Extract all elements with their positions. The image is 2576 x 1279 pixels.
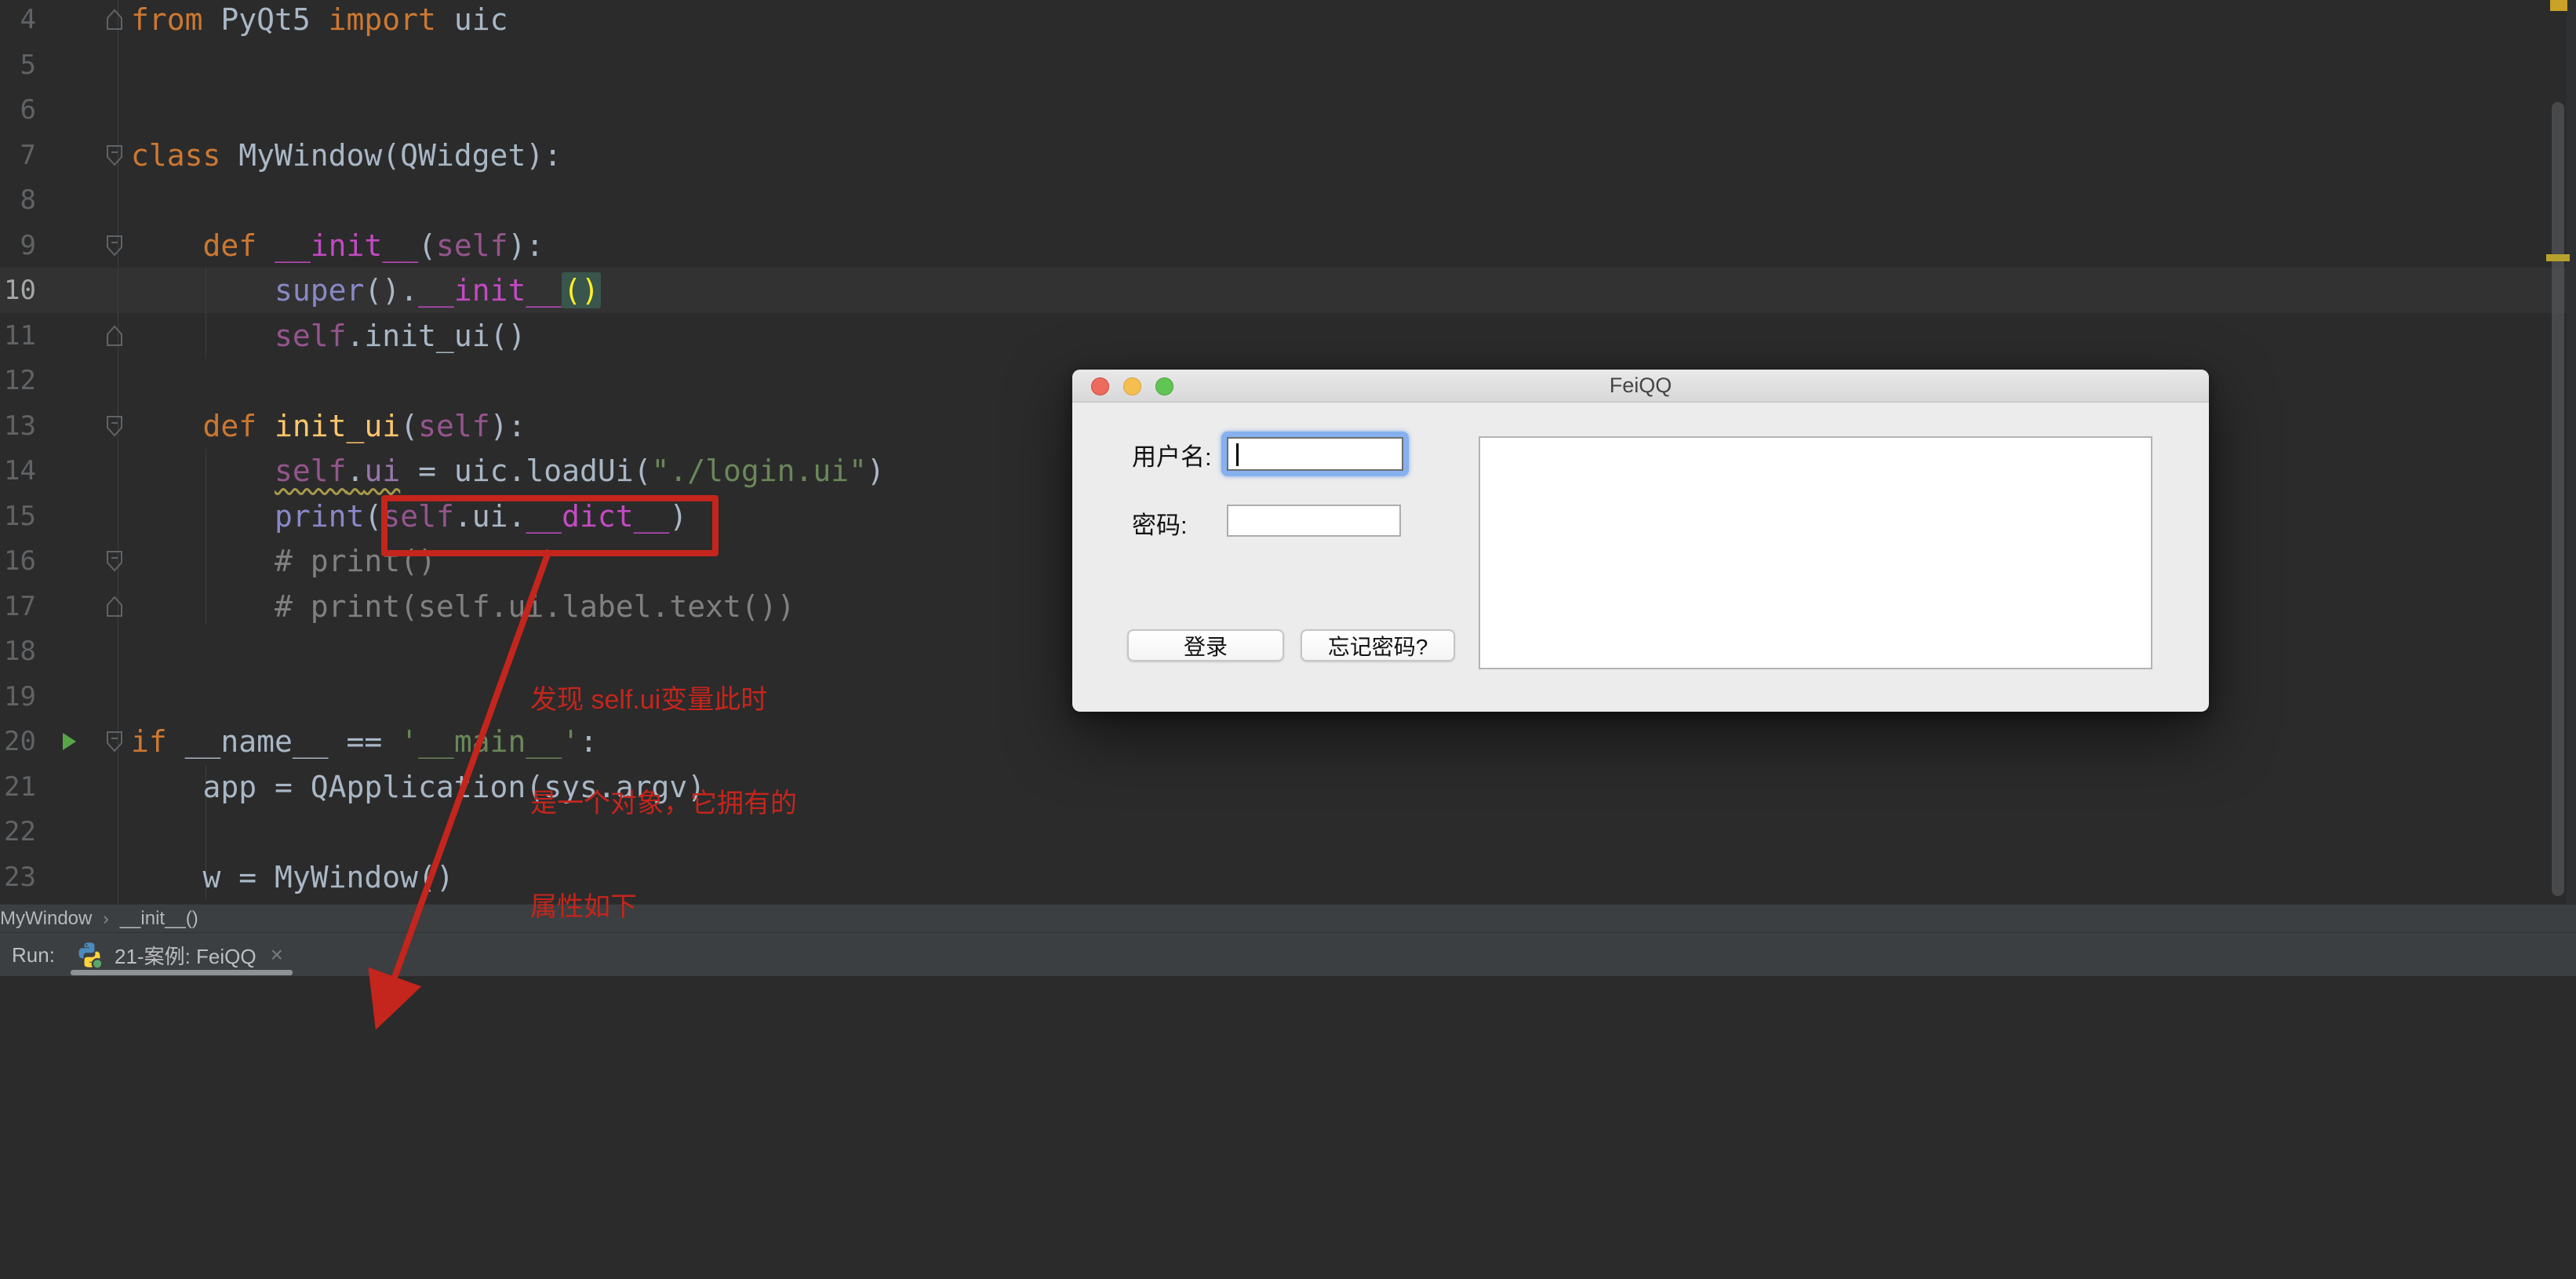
line-number: 4 bbox=[20, 4, 36, 35]
line-number: 10 bbox=[4, 275, 36, 306]
fold-marker-icon[interactable] bbox=[105, 414, 124, 438]
gutter-row: 10 bbox=[0, 268, 129, 313]
line-number: 22 bbox=[4, 816, 36, 847]
editor-vertical-scrollbar[interactable] bbox=[2552, 102, 2564, 896]
fold-marker-icon[interactable] bbox=[105, 730, 124, 753]
annotation-note-line: 属性如下 bbox=[530, 892, 637, 922]
run-console[interactable]: /Users/codetutor.top/python_virtual_env/… bbox=[0, 976, 2576, 1279]
fold-marker-icon[interactable] bbox=[105, 8, 124, 31]
run-line-icon[interactable] bbox=[60, 731, 78, 752]
fold-marker-icon[interactable] bbox=[105, 324, 124, 348]
dialog-title: FeiQQ bbox=[1609, 373, 1672, 397]
gutter-row: 19 bbox=[0, 674, 129, 720]
line-number: 21 bbox=[4, 771, 36, 803]
gutter-row: 18 bbox=[0, 629, 129, 674]
gutter-row: 7 bbox=[0, 133, 129, 178]
ide-window: 4 5 6 7 8 9 10 11 12 13 14 15 16 17 18 19 20 21 22 23 from … bbox=[0, 0, 2576, 1279]
breadcrumb: MyWindow › __init__() bbox=[0, 904, 2576, 933]
fold-marker-icon[interactable] bbox=[105, 595, 124, 618]
breadcrumb-separator-icon: › bbox=[103, 909, 109, 928]
error-stripe-column bbox=[2567, 0, 2576, 904]
run-tool-window-header: Run: 21-案例: FeiQQ × bbox=[0, 932, 2576, 978]
gutter-row: 20 bbox=[0, 719, 129, 764]
gutter-row: 13 bbox=[0, 403, 129, 449]
forgot-password-button[interactable]: 忘记密码? bbox=[1301, 629, 1455, 661]
annotation-note: 发现 self.ui变量此时 是一个对象，它拥有的 属性如下 bbox=[530, 614, 797, 993]
gutter-row: 23 bbox=[0, 854, 129, 900]
breadcrumb-class[interactable]: MyWindow bbox=[0, 908, 92, 930]
line-number: 17 bbox=[4, 590, 36, 622]
gutter-row: 21 bbox=[0, 764, 129, 810]
tab-close-icon[interactable]: × bbox=[271, 942, 283, 967]
inspection-status-square[interactable] bbox=[2550, 0, 2567, 11]
fold-marker-icon[interactable] bbox=[105, 234, 124, 257]
login-button[interactable]: 登录 bbox=[1127, 629, 1284, 661]
username-field-inner[interactable] bbox=[1227, 437, 1403, 471]
run-tab-title: 21-案例: FeiQQ bbox=[115, 944, 257, 968]
gutter-row: 9 bbox=[0, 223, 129, 268]
console-horizontal-scrollbar[interactable] bbox=[71, 970, 293, 975]
gutter-row: 4 bbox=[0, 0, 129, 42]
gutter-row: 5 bbox=[0, 42, 129, 88]
gutter-row: 17 bbox=[0, 584, 129, 629]
code-line-11: self.init_ui() bbox=[275, 318, 526, 353]
code-line-20: if __name__ == '__main__': bbox=[131, 724, 598, 759]
gutter-row: 16 bbox=[0, 538, 129, 584]
annotation-note-line: 是一个对象，它拥有的 bbox=[530, 789, 797, 818]
gutter-row: 15 bbox=[0, 494, 129, 539]
gutter-row: 11 bbox=[0, 313, 129, 359]
line-number: 16 bbox=[4, 545, 36, 577]
code-line-14: self.ui = uic.loadUi("./login.ui") bbox=[275, 454, 885, 488]
line-number: 5 bbox=[20, 49, 36, 81]
gutter-row: 8 bbox=[0, 177, 129, 223]
line-number: 14 bbox=[4, 455, 36, 486]
gutter-row: 22 bbox=[0, 809, 129, 854]
line-number: 12 bbox=[4, 365, 36, 396]
username-input[interactable] bbox=[1221, 432, 1409, 476]
gutter-row: 6 bbox=[0, 87, 129, 133]
gutter-row: 12 bbox=[0, 358, 129, 403]
code-line-7: class MyWindow(QWidget): bbox=[131, 137, 562, 173]
line-number: 19 bbox=[4, 680, 36, 712]
username-label: 用户名: bbox=[1132, 443, 1212, 471]
fold-marker-icon[interactable] bbox=[105, 549, 124, 573]
line-number: 23 bbox=[4, 861, 36, 893]
text-caret bbox=[1236, 443, 1239, 466]
code-line-9: def __init__(self): bbox=[202, 228, 544, 263]
password-label: 密码: bbox=[1132, 512, 1188, 539]
code-line-13: def init_ui(self): bbox=[202, 408, 526, 443]
annotation-note-line: 发现 self.ui变量此时 bbox=[530, 685, 768, 715]
dialog-titlebar[interactable]: FeiQQ bbox=[1072, 370, 2209, 403]
line-number: 11 bbox=[4, 319, 36, 352]
gutter-row: 14 bbox=[0, 448, 129, 494]
code-line-23: w = MyWindow() bbox=[131, 859, 454, 895]
python-icon bbox=[78, 942, 104, 969]
line-number: 18 bbox=[4, 636, 36, 667]
line-number: 7 bbox=[20, 139, 36, 171]
text-browser[interactable] bbox=[1479, 436, 2152, 669]
run-label: Run: bbox=[12, 943, 55, 967]
line-number: 13 bbox=[4, 410, 36, 442]
annotation-box-code bbox=[381, 495, 719, 556]
warning-stripe-mark[interactable] bbox=[2546, 254, 2570, 261]
line-number: 6 bbox=[20, 94, 36, 126]
breadcrumb-method[interactable]: __init__() bbox=[120, 908, 198, 930]
line-number: 20 bbox=[4, 726, 36, 757]
code-line-4: from PyQt5 import uic bbox=[131, 2, 508, 37]
fold-marker-icon[interactable] bbox=[105, 144, 124, 167]
line-number: 9 bbox=[20, 229, 36, 261]
line-number: 15 bbox=[4, 500, 36, 532]
code-line-10: super().__init__() bbox=[275, 272, 601, 308]
password-input[interactable] bbox=[1227, 505, 1401, 537]
line-number: 8 bbox=[20, 184, 36, 216]
feiqq-dialog: FeiQQ 用户名: 密码: 登录 忘记密码? bbox=[1072, 370, 2209, 712]
